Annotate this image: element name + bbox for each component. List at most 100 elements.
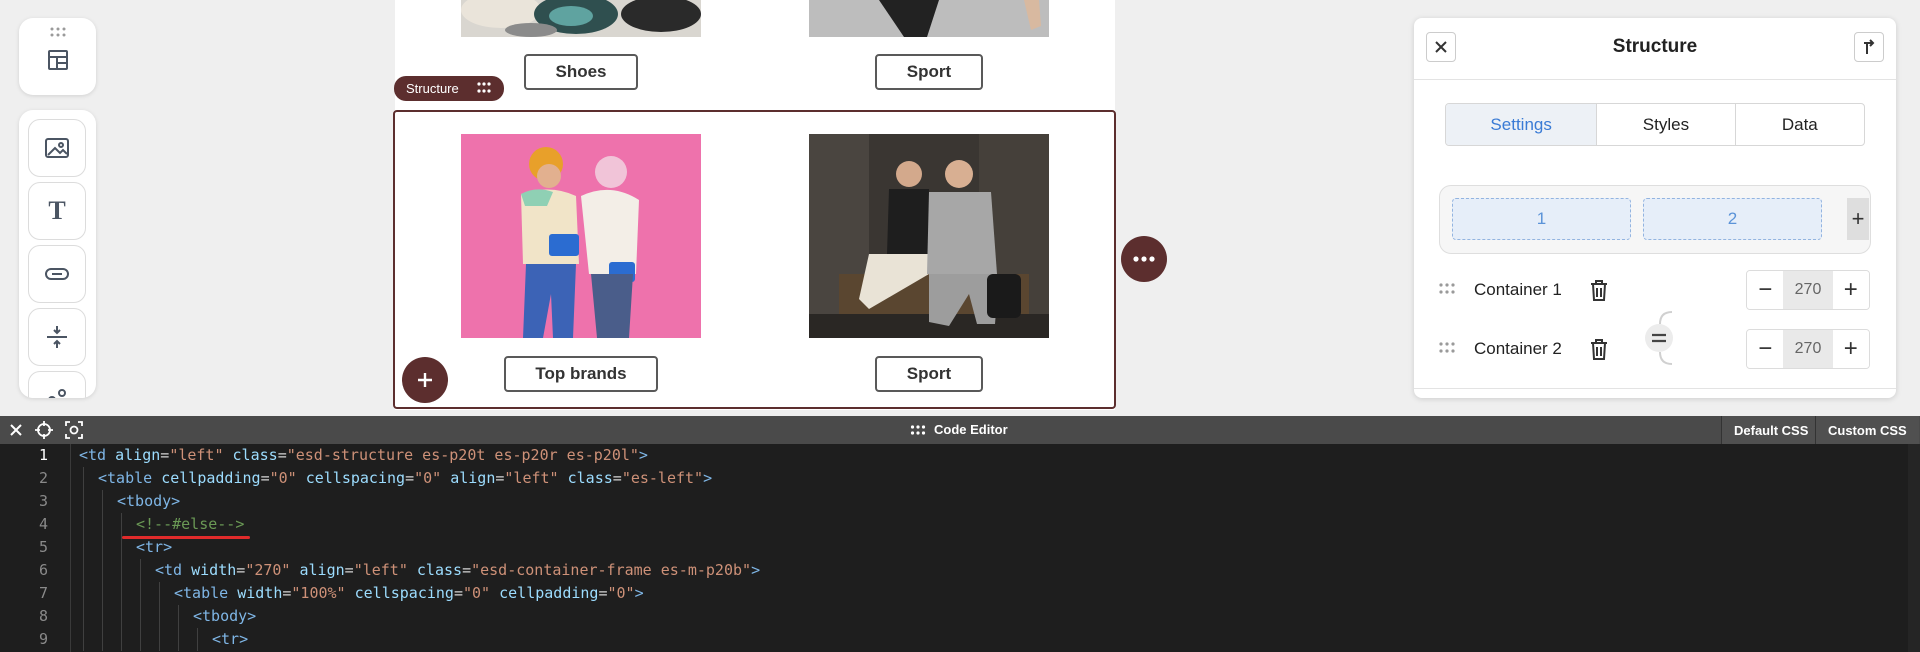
drag-handle-icon[interactable] <box>1438 282 1456 296</box>
sport-image[interactable] <box>809 134 1049 338</box>
indent-guide <box>83 467 84 490</box>
sport-button-1[interactable]: Sport <box>875 54 983 90</box>
drag-handle-icon[interactable] <box>49 26 67 38</box>
code-area[interactable]: 1 <td align="left" class="esd-structure e… <box>0 444 1920 652</box>
error-underline <box>122 536 250 539</box>
indent-guide <box>140 628 141 651</box>
code-text: <table cellpadding="0" cellspacing="0" a… <box>98 469 713 487</box>
width-stepper: − 270 + <box>1746 270 1870 310</box>
focus-mode-button[interactable] <box>64 420 84 440</box>
close-icon <box>10 424 22 436</box>
indent-guide <box>83 513 84 536</box>
code-line[interactable]: 2 <table cellpadding="0" cellspacing="0" … <box>0 467 1920 490</box>
top-brands-button[interactable]: Top brands <box>504 356 658 392</box>
code-editor-title[interactable]: Code Editor <box>910 422 1008 437</box>
increase-button[interactable]: + <box>1832 271 1869 309</box>
code-line[interactable]: 6 <td width="270" align="left" class="esd… <box>0 559 1920 582</box>
indent-guide <box>121 582 122 605</box>
indent-guide <box>102 582 103 605</box>
line-number: 5 <box>38 538 48 556</box>
indent-guide <box>121 605 122 628</box>
tab-data[interactable]: Data <box>1736 104 1864 145</box>
width-value[interactable]: 270 <box>1783 271 1833 309</box>
social-block-button[interactable] <box>28 371 86 398</box>
line-number: 4 <box>38 515 48 533</box>
select-parent-button[interactable] <box>1854 32 1884 62</box>
code-text: <tbody> <box>193 607 257 625</box>
code-editor-toolbar: Code Editor Default CSS Custom CSS <box>0 416 1920 444</box>
panel-title: Structure <box>1612 36 1698 57</box>
indent-guide <box>159 582 160 605</box>
sport-button-2[interactable]: Sport <box>875 356 983 392</box>
trash-icon[interactable] <box>1588 278 1610 302</box>
code-line[interactable]: 5 <tr> <box>0 536 1920 559</box>
indent-guide <box>83 605 84 628</box>
width-value[interactable]: 270 <box>1783 330 1833 368</box>
text-icon: T <box>48 196 66 225</box>
add-block-button[interactable] <box>402 357 448 403</box>
image-block-button[interactable] <box>28 119 86 177</box>
line-number: 9 <box>38 630 48 648</box>
line-number: 1 <box>38 446 48 464</box>
close-editor-button[interactable] <box>6 420 26 440</box>
layout-blocks-icon[interactable] <box>46 48 70 72</box>
code-line[interactable]: 3 <tbody> <box>0 490 1920 513</box>
shoes-button[interactable]: Shoes <box>524 54 638 90</box>
indent-guide <box>197 628 198 651</box>
spacer-block-button[interactable] <box>28 308 86 366</box>
decrease-button[interactable]: − <box>1747 330 1784 368</box>
structure-label[interactable]: Structure <box>394 76 504 101</box>
indent-guide <box>159 628 160 651</box>
code-line[interactable]: 9 <tr> <box>0 628 1920 651</box>
column-chip-1[interactable]: 1 <box>1452 198 1631 240</box>
text-block-button[interactable]: T <box>28 182 86 240</box>
indent-guide <box>83 628 84 651</box>
code-line[interactable]: 1 <td align="left" class="esd-structure e… <box>0 444 1920 467</box>
columns-bar: 1 2 + <box>1439 185 1871 254</box>
line-number: 3 <box>38 492 48 510</box>
structure-drag-icon[interactable] <box>476 81 492 95</box>
spacer-icon <box>47 326 67 348</box>
code-line[interactable]: 7 <table width="100%" cellspacing="0" cel… <box>0 582 1920 605</box>
default-css-button[interactable]: Default CSS <box>1721 416 1821 444</box>
indent-guide <box>102 605 103 628</box>
sport-image-top[interactable] <box>809 0 1049 37</box>
editor-scrollbar[interactable] <box>1908 444 1920 652</box>
code-text: <tr> <box>136 538 173 556</box>
blocks-toolbar: T <box>19 110 96 398</box>
column-chip-2[interactable]: 2 <box>1643 198 1822 240</box>
tab-styles[interactable]: Styles <box>1597 104 1736 145</box>
add-column-button[interactable]: + <box>1847 198 1869 240</box>
link-widths-icon[interactable] <box>1642 310 1692 366</box>
more-dots-icon <box>1133 256 1155 262</box>
container-name: Container 1 <box>1474 280 1562 299</box>
code-line[interactable]: 4 <!--#else--> <box>0 513 1920 536</box>
code-text: <td width="270" align="left" class="esd-… <box>155 561 761 579</box>
trash-icon[interactable] <box>1588 337 1610 361</box>
indent-guide <box>140 582 141 605</box>
top-brands-image[interactable] <box>461 134 701 338</box>
line-number: 2 <box>38 469 48 487</box>
drag-handle-icon[interactable] <box>1438 341 1456 355</box>
code-text: <tr> <box>212 630 249 648</box>
locate-element-button[interactable] <box>34 420 54 440</box>
shoes-image[interactable] <box>461 0 701 37</box>
more-options-button[interactable] <box>1121 236 1167 282</box>
tab-settings[interactable]: Settings <box>1446 104 1598 145</box>
indent-guide <box>121 536 122 559</box>
indent-guide <box>102 513 103 536</box>
increase-button[interactable]: + <box>1832 330 1869 368</box>
indent-guide <box>83 536 84 559</box>
line-number: 6 <box>38 561 48 579</box>
decrease-button[interactable]: − <box>1747 271 1784 309</box>
code-line[interactable]: 8 <tbody> <box>0 605 1920 628</box>
indent-guide <box>83 559 84 582</box>
indent-guide <box>159 605 160 628</box>
indent-guide <box>121 513 122 536</box>
code-text: <tbody> <box>117 492 181 510</box>
panel-tabs: Settings Styles Data <box>1445 103 1865 146</box>
indent-guide <box>102 490 103 513</box>
button-block-button[interactable] <box>28 245 86 303</box>
indent-guide <box>83 490 84 513</box>
custom-css-button[interactable]: Custom CSS <box>1815 416 1919 444</box>
